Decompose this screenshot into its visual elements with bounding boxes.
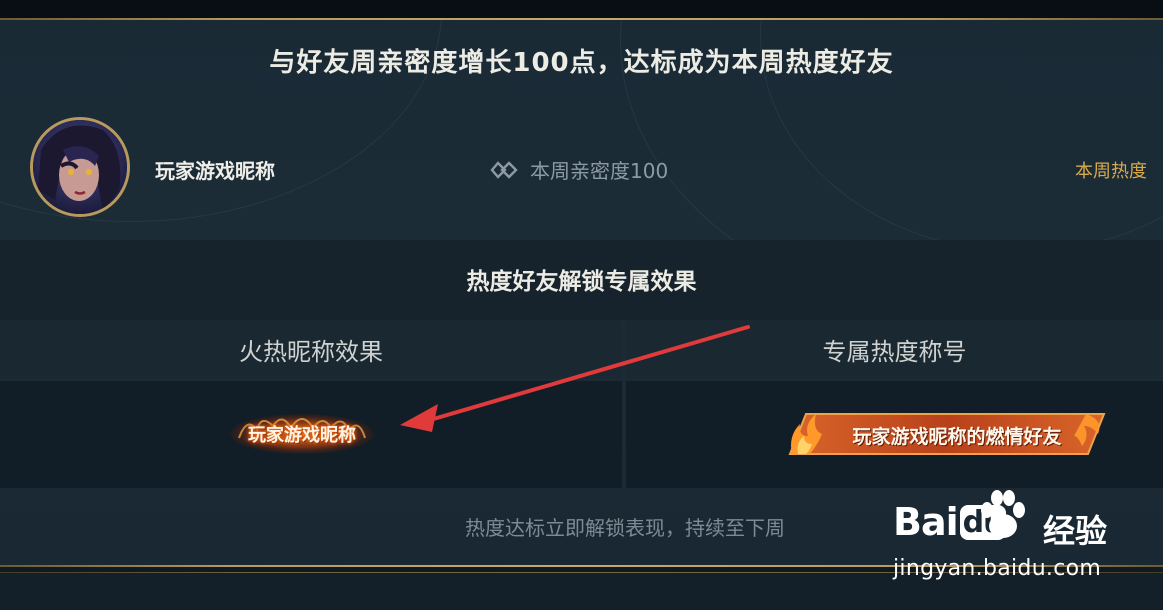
baidu-watermark: Bai du 经验 jingyan.baidu.com (893, 488, 1108, 583)
watermark-jingyan: 经验 (1043, 512, 1108, 550)
watermark-url: jingyan.baidu.com (893, 556, 1102, 581)
paw-icon (981, 490, 1025, 538)
